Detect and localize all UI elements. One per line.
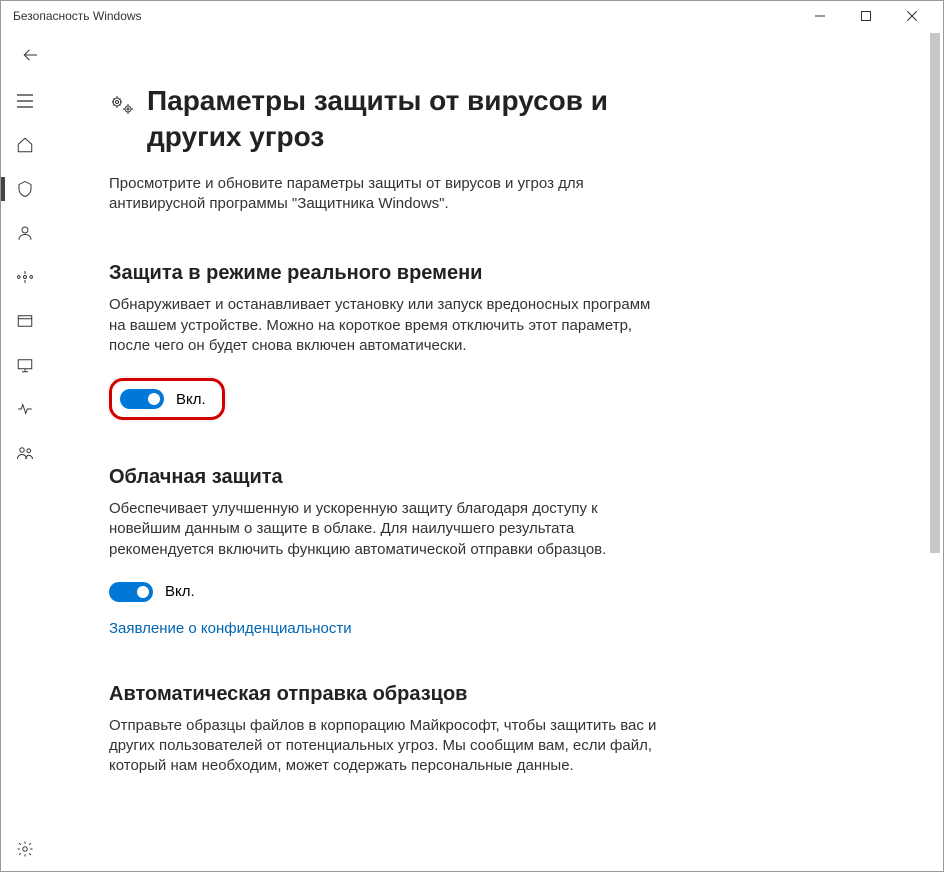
body: Параметры защиты от вирусов и других угр… (1, 79, 943, 871)
highlight-realtime-toggle: Вкл. (109, 378, 225, 420)
section-samples-desc: Отправьте образцы файлов в корпорацию Ма… (109, 716, 669, 777)
nav-app-browser-control[interactable] (1, 299, 49, 343)
nav-settings[interactable] (1, 827, 49, 871)
toggle-row-realtime: Вкл. (120, 389, 206, 409)
cloud-toggle-label: Вкл. (165, 583, 195, 600)
privacy-link[interactable]: Заявление о конфиденциальности (109, 620, 352, 637)
minimize-button[interactable] (797, 1, 843, 31)
menu-button[interactable] (1, 79, 49, 123)
nav-account-protection[interactable] (1, 211, 49, 255)
scrollbar-thumb[interactable] (930, 33, 940, 553)
close-button[interactable] (889, 1, 935, 31)
window: Безопасность Windows (0, 0, 944, 872)
section-realtime-desc: Обнаруживает и останавливает установку и… (109, 295, 669, 356)
back-button[interactable] (11, 35, 51, 75)
sidebar (1, 79, 49, 871)
nav-family-options[interactable] (1, 431, 49, 475)
section-cloud-title: Облачная защита (109, 466, 669, 489)
section-realtime: Защита в режиме реального времени Обнару… (109, 262, 669, 420)
nav-device-security[interactable] (1, 343, 49, 387)
section-cloud-desc: Обеспечивает улучшенную и ускоренную защ… (109, 499, 669, 560)
section-samples: Автоматическая отправка образцов Отправь… (109, 683, 669, 777)
toggle-row-cloud: Вкл. (109, 582, 669, 602)
maximize-button[interactable] (843, 1, 889, 31)
section-realtime-title: Защита в режиме реального времени (109, 262, 669, 285)
nav-firewall[interactable] (1, 255, 49, 299)
titlebar: Безопасность Windows (1, 1, 943, 31)
content-area: Параметры защиты от вирусов и других угр… (49, 79, 943, 871)
scrollbar[interactable] (926, 31, 942, 870)
window-title: Безопасность Windows (9, 9, 797, 23)
realtime-toggle-label: Вкл. (176, 391, 206, 408)
nav-virus-protection[interactable] (1, 167, 49, 211)
page-header: Параметры защиты от вирусов и других угр… (109, 83, 903, 156)
section-cloud: Облачная защита Обеспечивает улучшенную … (109, 466, 669, 637)
nav-device-performance[interactable] (1, 387, 49, 431)
back-row (1, 31, 943, 79)
page-subtitle: Просмотрите и обновите параметры защиты … (109, 174, 629, 215)
gears-icon (109, 93, 135, 120)
realtime-toggle[interactable] (120, 389, 164, 409)
page-title: Параметры защиты от вирусов и других угр… (147, 83, 647, 156)
section-samples-title: Автоматическая отправка образцов (109, 683, 669, 706)
nav-home[interactable] (1, 123, 49, 167)
cloud-toggle[interactable] (109, 582, 153, 602)
